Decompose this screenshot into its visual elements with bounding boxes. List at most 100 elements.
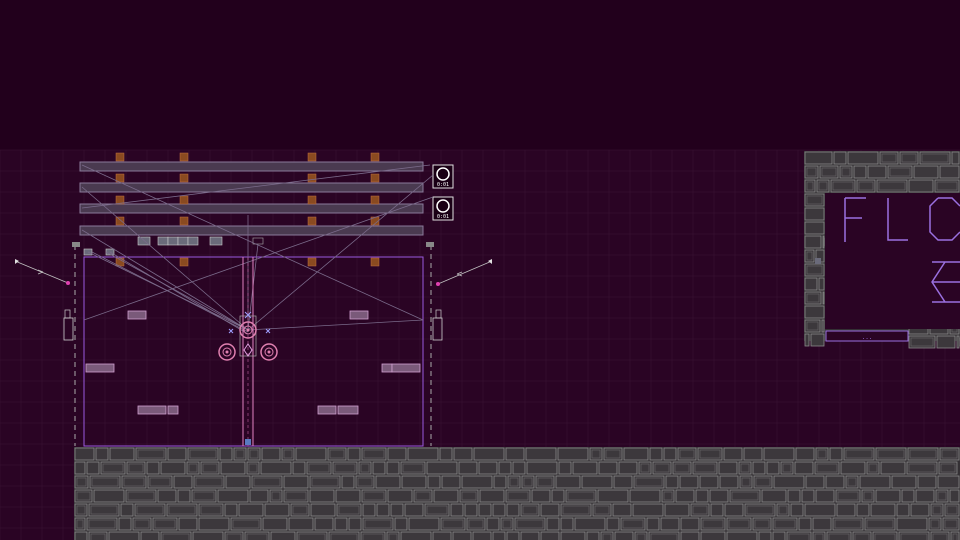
stone-brick	[390, 503, 404, 517]
stone-brick	[95, 447, 109, 461]
stone-brick	[826, 531, 852, 540]
shaft-base-marker	[245, 439, 251, 445]
stone-brick	[224, 531, 244, 540]
stone-brick	[836, 503, 856, 517]
stone-brick	[260, 461, 292, 475]
stone-brick	[949, 489, 960, 503]
stone-brick	[950, 531, 960, 540]
sign-structure[interactable]: ...	[804, 151, 960, 349]
stone-brick	[458, 461, 478, 475]
stone-brick	[292, 461, 306, 475]
hinge-block[interactable]	[167, 236, 179, 246]
stone-brick	[531, 489, 551, 503]
stone-brick	[249, 489, 269, 503]
stone-brick	[498, 461, 512, 475]
crate[interactable]	[85, 363, 115, 373]
stone-brick	[178, 517, 198, 531]
stone-brick	[804, 151, 833, 165]
stone-brick	[937, 475, 960, 489]
stone-brick	[804, 333, 810, 347]
stone-brick	[847, 151, 879, 165]
stone-brick	[804, 235, 822, 249]
beam-peg	[307, 257, 317, 267]
stone-brick	[699, 475, 719, 489]
stone-brick	[613, 475, 633, 489]
stone-brick	[140, 531, 160, 540]
beam-peg	[179, 152, 189, 162]
stone-brick	[74, 531, 88, 540]
stone-brick	[915, 489, 935, 503]
stone-brick	[798, 517, 812, 531]
stone-brick	[763, 447, 795, 461]
stone-brick	[695, 489, 709, 503]
stone-brick	[506, 503, 520, 517]
sign-marker	[815, 258, 821, 264]
stone-brick	[450, 503, 464, 517]
switch-timer-label: 0:01	[437, 214, 449, 220]
switch-box-2[interactable]: 0:01	[432, 196, 454, 221]
stone-brick	[295, 447, 327, 461]
timber-beam[interactable]	[79, 203, 424, 214]
stone-brick	[646, 517, 660, 531]
beam-peg	[115, 216, 125, 226]
stone-brick	[821, 319, 825, 333]
stone-brick	[598, 461, 618, 475]
beam-peg	[179, 257, 189, 267]
stone-brick	[804, 221, 825, 235]
stone-brick	[724, 503, 744, 517]
stone-brick	[786, 531, 812, 540]
stone-brick	[790, 503, 804, 517]
timber-beam[interactable]	[79, 161, 424, 172]
crate[interactable]	[167, 405, 179, 415]
stone-brick	[700, 531, 726, 540]
stone-brick	[812, 517, 832, 531]
beam-peg	[307, 173, 317, 183]
beam-peg	[370, 173, 380, 183]
stone-brick	[758, 531, 772, 540]
stone-brick	[386, 461, 400, 475]
hinge-block[interactable]	[157, 236, 169, 246]
stone-brick	[761, 489, 787, 503]
crate[interactable]	[349, 310, 369, 320]
stone-brick	[867, 165, 887, 179]
crate[interactable]	[137, 405, 167, 415]
stone-brick	[574, 517, 606, 531]
switch-box-1[interactable]: 0:01	[432, 164, 454, 189]
crate[interactable]	[391, 363, 421, 373]
level-editor-canvas[interactable]: 0:01 0:01 ...	[0, 0, 960, 540]
stone-brick	[270, 531, 296, 540]
timber-beam[interactable]	[79, 225, 424, 236]
stone-brick	[225, 475, 251, 489]
hinge-block[interactable]	[187, 236, 199, 246]
stone-brick	[840, 461, 866, 475]
stone-brick	[525, 447, 557, 461]
stone-brick	[663, 447, 677, 461]
hinge-block[interactable]	[209, 236, 223, 246]
stone-brick	[376, 503, 390, 517]
stone-brick	[88, 531, 108, 540]
stone-brick	[773, 475, 805, 489]
stone-brick	[464, 503, 478, 517]
sign-plaque-label: ...	[862, 334, 873, 341]
stone-brick	[426, 461, 458, 475]
stone-brick	[314, 517, 334, 531]
stone-brick	[558, 461, 572, 475]
stone-brick	[244, 531, 270, 540]
stone-brick	[261, 447, 281, 461]
stone-brick	[606, 517, 620, 531]
stone-brick	[859, 475, 891, 489]
stone-brick	[109, 447, 135, 461]
stone-brick	[310, 503, 336, 517]
crate[interactable]	[317, 405, 337, 415]
crate[interactable]	[337, 405, 359, 415]
beam-peg	[307, 195, 317, 205]
stone-brick	[618, 461, 638, 475]
stone-brick	[586, 531, 600, 540]
stone-brick	[217, 489, 249, 503]
stone-brick	[581, 475, 613, 489]
hinge-block[interactable]	[177, 236, 189, 246]
stone-brick	[432, 531, 452, 540]
boundary-cap	[72, 242, 80, 247]
crate[interactable]	[381, 363, 393, 373]
crate[interactable]	[127, 310, 147, 320]
